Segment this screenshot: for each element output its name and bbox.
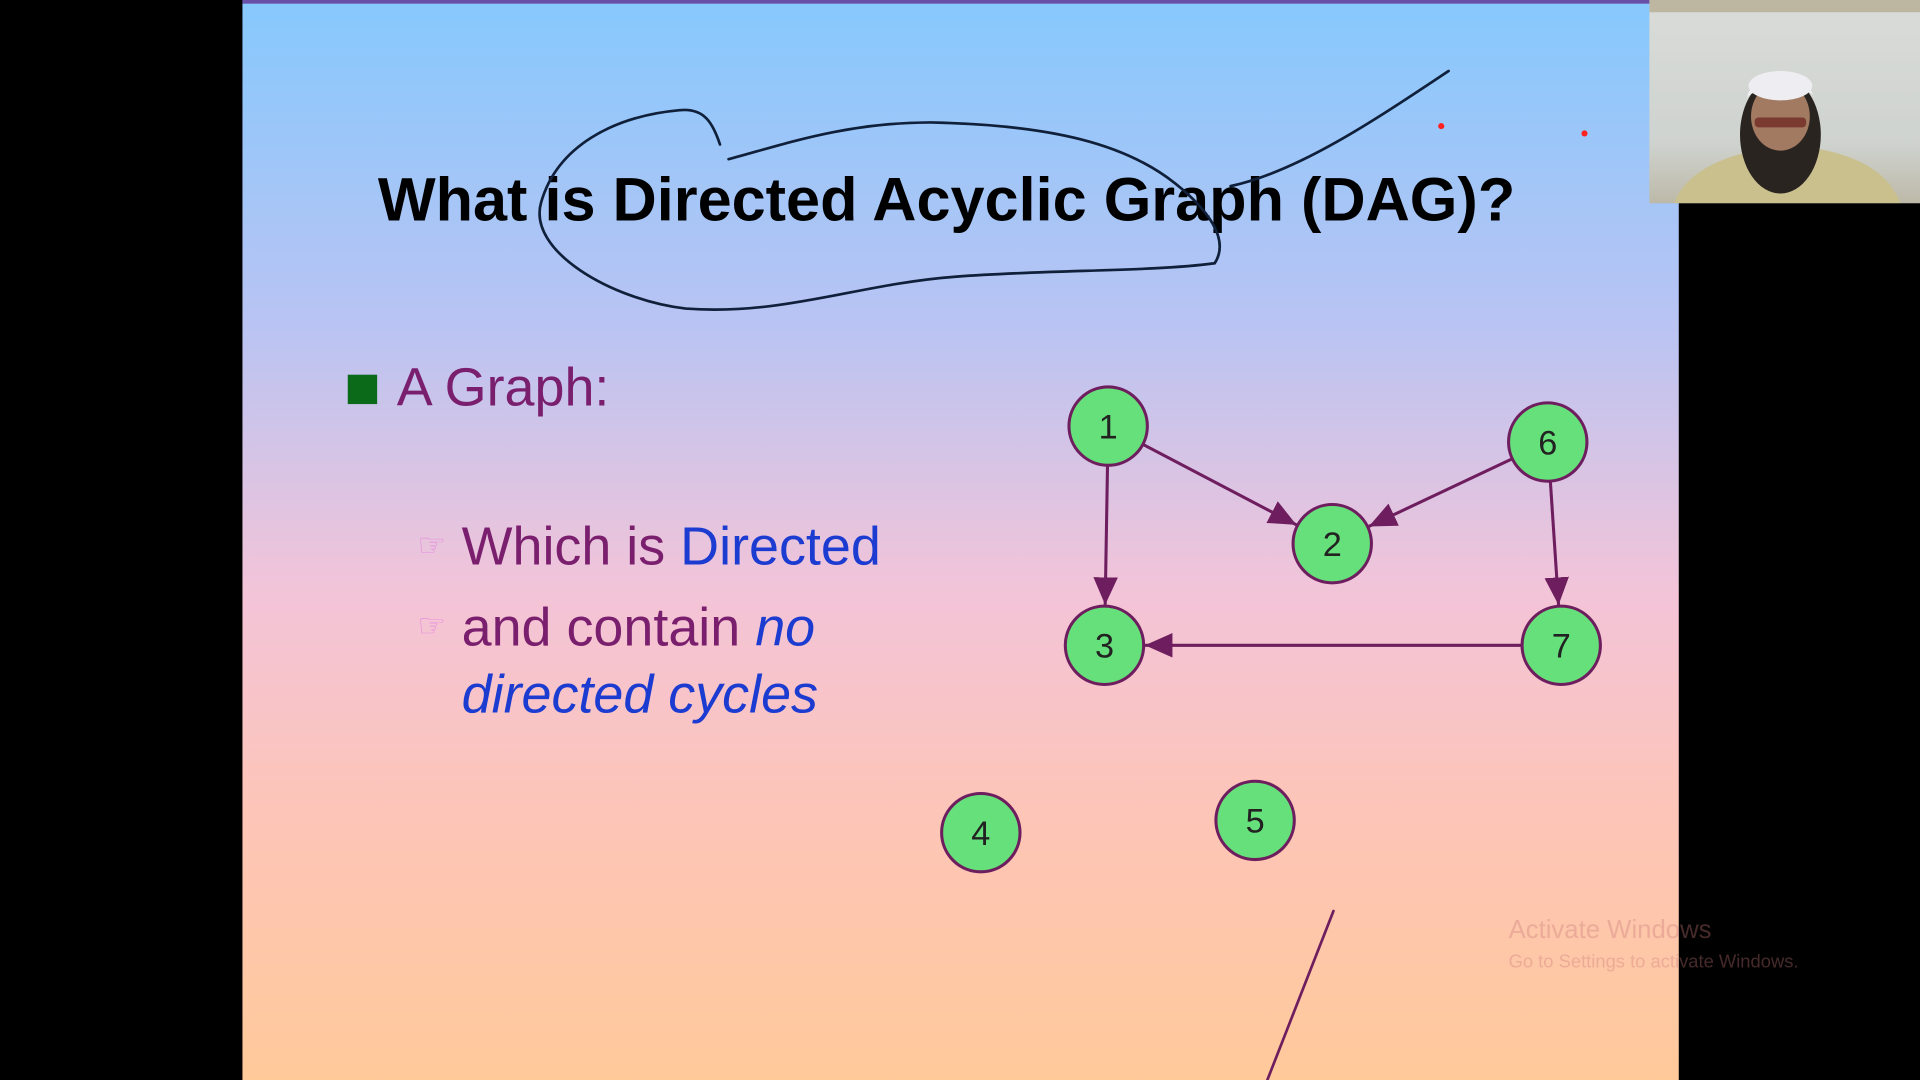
ink-ellipse-stroke: [538, 108, 1221, 311]
edge-6-2: [1368, 457, 1513, 528]
node-label: 6: [1538, 424, 1557, 462]
activate-windows-title: Activate Windows: [1508, 915, 1712, 945]
presenter-video-icon: [1649, 0, 1920, 204]
node-label: 1: [1099, 408, 1118, 446]
node-label: 7: [1552, 628, 1571, 666]
graph-node-1: 1: [1067, 385, 1149, 467]
activate-windows-subtitle: Go to Settings to activate Windows.: [1508, 951, 1799, 973]
graph-node-7: 7: [1520, 604, 1602, 687]
webcam-video: [1649, 0, 1920, 204]
ink-tick-stroke: [1229, 69, 1450, 188]
graph-node-2: 2: [1291, 502, 1373, 585]
graph-node-4: 4: [940, 791, 1022, 874]
laser-pointer-dot: [1581, 130, 1588, 137]
ink-line-stroke: [1266, 909, 1335, 1080]
laser-pointer-dot: [1438, 123, 1445, 130]
edge-6-7: [1544, 481, 1569, 606]
node-label: 5: [1246, 803, 1265, 841]
graph-node-6: 6: [1507, 401, 1589, 483]
edge-1-3: [1093, 465, 1118, 605]
node-label: 3: [1095, 628, 1114, 666]
node-label: 4: [971, 815, 990, 853]
node-label: 2: [1323, 526, 1342, 564]
graph-node-5: 5: [1214, 779, 1296, 862]
graph-node-3: 3: [1063, 604, 1146, 687]
edge-1-2: [1142, 442, 1298, 527]
